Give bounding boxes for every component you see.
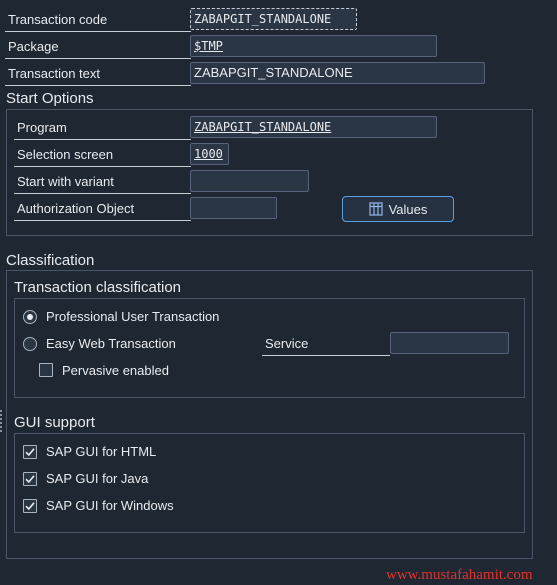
pervasive-enabled-label: Pervasive enabled xyxy=(62,363,169,378)
gui-html-label: SAP GUI for HTML xyxy=(46,444,157,459)
authorization-object-label: Authorization Object xyxy=(14,198,191,221)
selection-screen-label: Selection screen xyxy=(14,144,191,167)
program-label: Program xyxy=(14,117,191,140)
authorization-object-field[interactable] xyxy=(190,197,277,219)
gui-java-checkbox[interactable] xyxy=(23,472,37,486)
service-field[interactable] xyxy=(390,332,509,354)
table-icon xyxy=(368,202,383,216)
transaction-maintenance-screen: Transaction code ZABAPGIT_STANDALONE Pac… xyxy=(0,0,557,585)
checkmark-icon xyxy=(25,448,35,457)
start-options-title: Start Options xyxy=(6,90,94,107)
classification-title: Classification xyxy=(6,252,95,269)
transaction-text-label: Transaction text xyxy=(5,63,191,86)
values-button-label: Values xyxy=(388,201,428,217)
transaction-classification-title: Transaction classification xyxy=(14,279,182,296)
gui-support-title: GUI support xyxy=(14,414,95,431)
splitter-handle[interactable] xyxy=(0,410,5,432)
transaction-code-label: Transaction code xyxy=(5,9,191,32)
gui-java-label: SAP GUI for Java xyxy=(46,471,149,486)
gui-html-checkbox[interactable] xyxy=(23,445,37,459)
package-field[interactable]: $TMP xyxy=(190,35,437,57)
service-label: Service xyxy=(262,333,390,356)
easy-web-label: Easy Web Transaction xyxy=(46,336,176,351)
start-with-variant-field[interactable] xyxy=(190,170,309,192)
watermark-text: www.mustafahamit.com xyxy=(386,567,533,583)
checkmark-icon xyxy=(25,502,35,511)
easy-web-radio[interactable] xyxy=(23,337,37,351)
professional-user-label: Professional User Transaction xyxy=(46,309,220,324)
professional-user-radio[interactable] xyxy=(23,310,37,324)
pervasive-enabled-checkbox[interactable] xyxy=(39,363,53,377)
selection-screen-field[interactable]: 1000 xyxy=(190,143,229,165)
gui-windows-checkbox[interactable] xyxy=(23,499,37,513)
start-with-variant-label: Start with variant xyxy=(14,171,191,194)
checkmark-icon xyxy=(25,475,35,484)
gui-windows-label: SAP GUI for Windows xyxy=(46,498,174,513)
values-button[interactable]: Values xyxy=(342,196,454,222)
program-field[interactable]: ZABAPGIT_STANDALONE xyxy=(190,116,437,138)
package-label: Package xyxy=(5,36,191,59)
transaction-code-field[interactable]: ZABAPGIT_STANDALONE xyxy=(190,8,357,30)
transaction-text-field[interactable]: ZABAPGIT_STANDALONE xyxy=(190,62,485,84)
